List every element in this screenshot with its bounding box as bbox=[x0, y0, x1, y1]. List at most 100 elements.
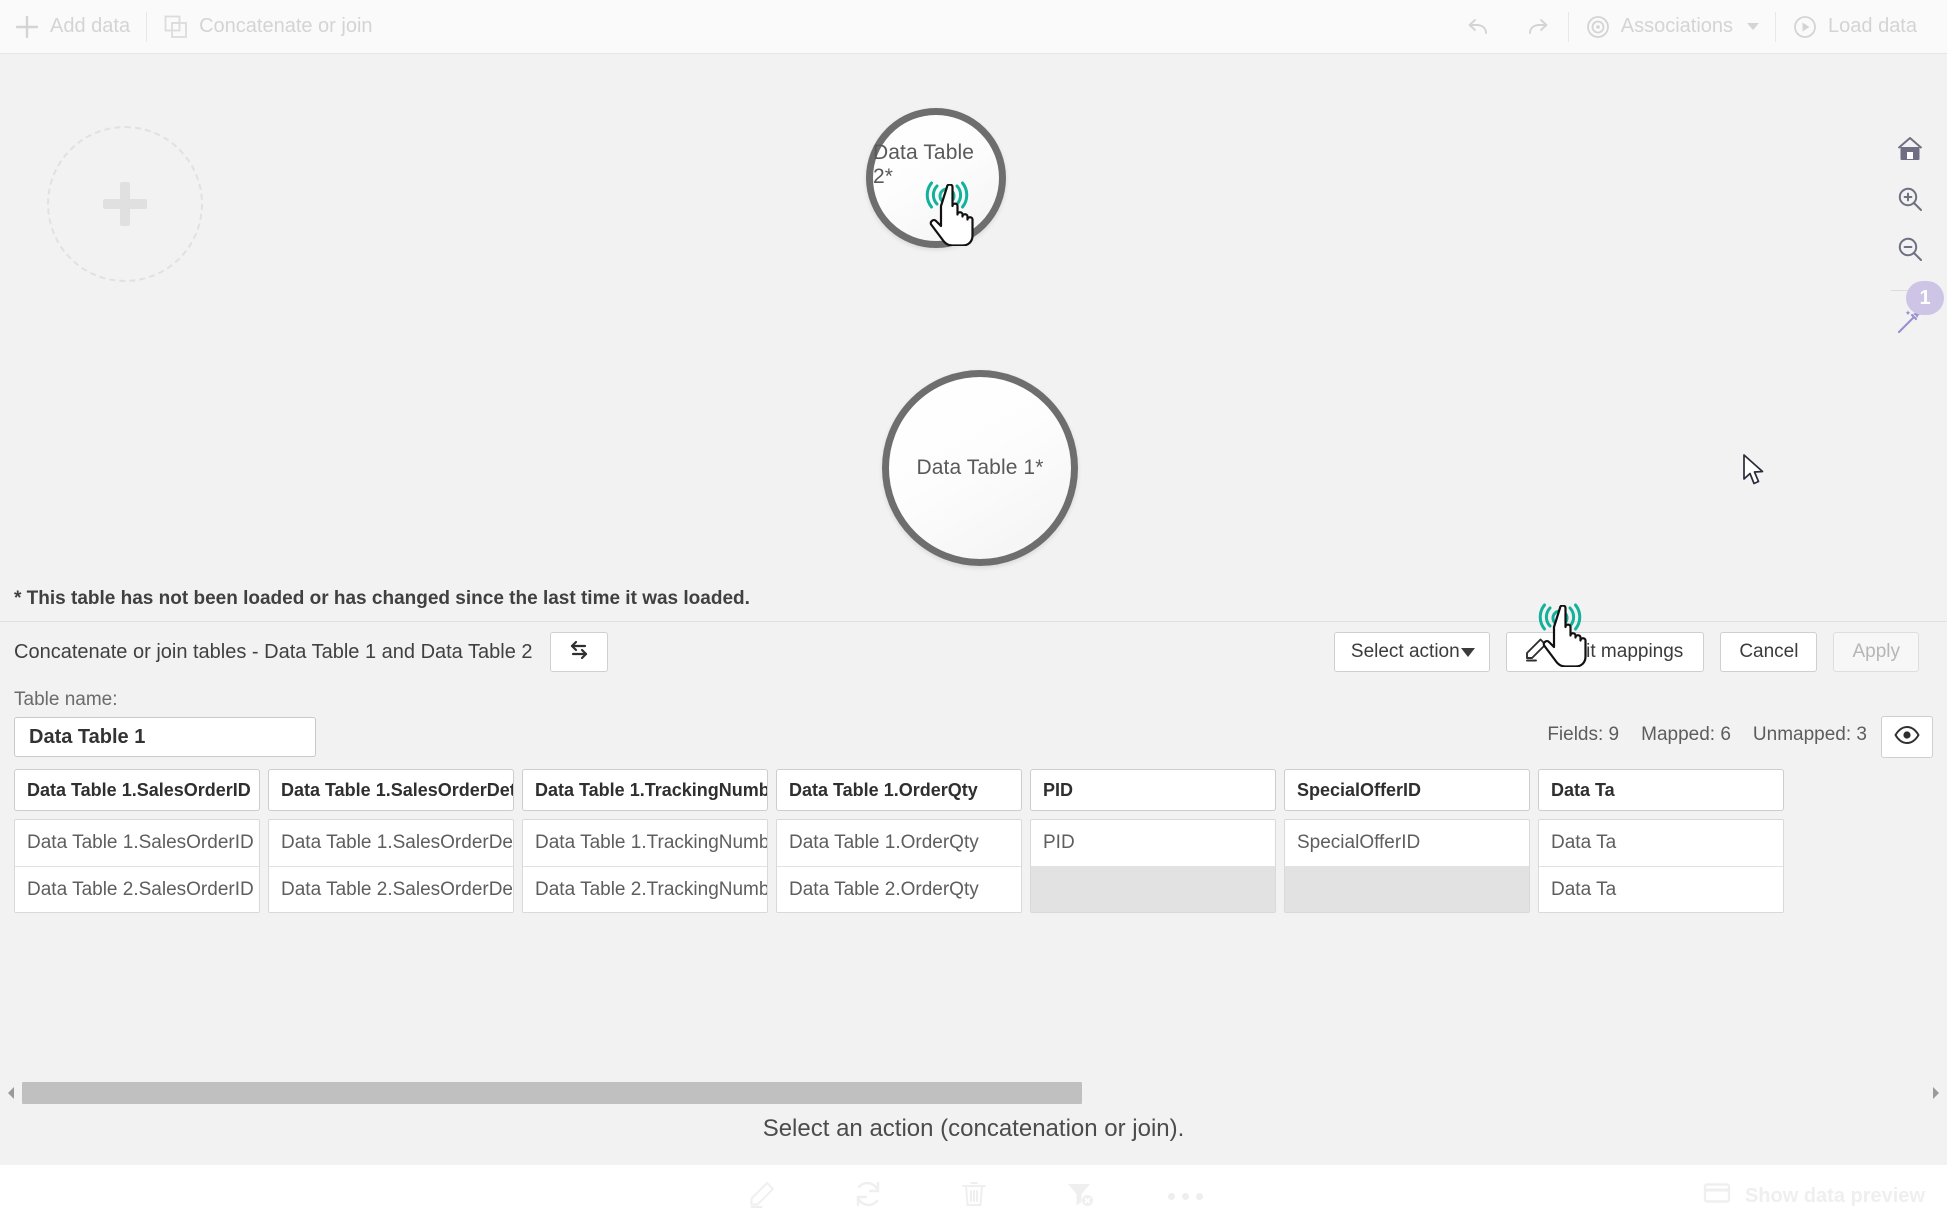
load-data-label: Load data bbox=[1828, 15, 1917, 37]
load-data-button[interactable]: Load data bbox=[1778, 0, 1947, 54]
action-hint: Select an action (concatenation or join)… bbox=[762, 1115, 1185, 1142]
mapping-column-cells: Data Ta Data Ta bbox=[1538, 819, 1784, 913]
chevron-down-icon bbox=[1747, 23, 1760, 30]
associations-label: Associations bbox=[1620, 15, 1734, 37]
concatenate-or-join-button[interactable]: Concatenate or join bbox=[149, 0, 386, 54]
table-bubble-label: Data Table 1* bbox=[916, 456, 1044, 479]
top-toolbar: Add data Concatenate or join Association… bbox=[0, 0, 1947, 54]
mouse-pointer-icon bbox=[1743, 454, 1764, 485]
swap-tables-button[interactable] bbox=[549, 632, 608, 672]
apply-label: Apply bbox=[1852, 641, 1900, 662]
home-icon bbox=[1895, 134, 1925, 169]
mapping-column: Data Ta Data Ta Data Ta bbox=[1538, 769, 1784, 913]
mapping-column: SpecialOfferID SpecialOfferID bbox=[1284, 769, 1530, 913]
undo-button[interactable] bbox=[1450, 0, 1508, 54]
delete-button[interactable] bbox=[953, 1175, 995, 1217]
toolbar-divider-3 bbox=[1775, 11, 1777, 42]
clear-filter-button[interactable] bbox=[1059, 1175, 1101, 1217]
table-bubble-label: Data Table 2* bbox=[873, 141, 975, 188]
mapping-column-header[interactable]: Data Table 1.SalesOrderDetailID bbox=[268, 769, 514, 811]
mapping-grid: Data Table 1.SalesOrderID Data Table 1.Sa… bbox=[14, 769, 1784, 913]
mapping-cell[interactable]: Data Table 2.TrackingNumber bbox=[523, 866, 767, 912]
mapping-column-header[interactable]: Data Table 1.SalesOrderID bbox=[14, 769, 260, 811]
bottom-toolbar: Show data preview bbox=[0, 1165, 1947, 1227]
mapping-cell[interactable]: Data Table 1.OrderQty bbox=[777, 820, 1021, 866]
scroll-right-arrow-icon[interactable] bbox=[1925, 1085, 1947, 1101]
associations-button[interactable]: Associations bbox=[1571, 0, 1773, 54]
auto-suggest-button[interactable]: 1 bbox=[1884, 281, 1944, 349]
more-options-button[interactable] bbox=[1165, 1175, 1207, 1217]
mapping-cell[interactable]: Data Table 1.SalesOrderDetailID bbox=[269, 820, 513, 866]
associations-icon bbox=[1585, 14, 1611, 40]
mapping-cell[interactable]: Data Ta bbox=[1539, 820, 1783, 866]
table-name-input[interactable] bbox=[14, 717, 316, 757]
mapping-cell[interactable] bbox=[1031, 866, 1275, 912]
toolbar-divider-1 bbox=[146, 11, 148, 42]
unmapped-count: Unmapped: 3 bbox=[1752, 724, 1867, 745]
refresh-button[interactable] bbox=[847, 1175, 889, 1217]
toolbar-divider-2 bbox=[1567, 11, 1569, 42]
more-ellipsis-icon bbox=[1168, 1192, 1203, 1200]
concatenate-icon bbox=[163, 14, 189, 40]
panel-icon bbox=[1703, 1182, 1731, 1210]
table-bubble-data-table-1[interactable]: Data Table 1* bbox=[882, 370, 1078, 566]
mapping-cell[interactable]: Data Table 2.OrderQty bbox=[777, 866, 1021, 912]
mapping-column-header[interactable]: PID bbox=[1030, 769, 1276, 811]
mapping-column-cells: Data Table 1.OrderQty Data Table 2.OrderQ… bbox=[776, 819, 1022, 913]
mapping-cell[interactable]: SpecialOfferID bbox=[1285, 820, 1529, 866]
mapping-column-header[interactable]: Data Table 1.OrderQty bbox=[776, 769, 1022, 811]
mapping-column: PID PID bbox=[1030, 769, 1276, 913]
plus-icon bbox=[14, 14, 40, 40]
mapping-column: Data Table 1.TrackingNumber Data Table 1.… bbox=[522, 769, 768, 913]
mapping-cell[interactable]: PID bbox=[1031, 820, 1275, 866]
mapping-column-header[interactable]: Data Table 1.TrackingNumber bbox=[522, 769, 768, 811]
undo-icon bbox=[1464, 14, 1494, 40]
select-action-dropdown[interactable]: Select action bbox=[1333, 632, 1490, 672]
mapping-cell[interactable]: Data Ta bbox=[1539, 866, 1783, 912]
redo-button[interactable] bbox=[1508, 0, 1566, 54]
auto-suggest-badge: 1 bbox=[1906, 281, 1944, 315]
add-data-label: Add data bbox=[50, 15, 131, 37]
mapping-cell[interactable]: Data Table 1.SalesOrderID bbox=[15, 820, 259, 866]
mapping-column-header[interactable]: SpecialOfferID bbox=[1284, 769, 1530, 811]
mapping-column-cells: Data Table 1.SalesOrderDetailIDData Tabl… bbox=[268, 819, 514, 913]
edit-button[interactable] bbox=[741, 1175, 783, 1217]
scroll-left-arrow-icon[interactable] bbox=[0, 1085, 22, 1101]
refresh-icon bbox=[853, 1179, 883, 1214]
edit-mappings-button[interactable]: Edit mappings bbox=[1505, 632, 1705, 672]
cancel-label: Cancel bbox=[1739, 641, 1799, 662]
mapping-cell[interactable]: Data Table 2.SalesOrderDetailID bbox=[269, 866, 513, 912]
play-circle-icon bbox=[1792, 14, 1818, 40]
panel-title: Concatenate or join tables - Data Table … bbox=[14, 640, 533, 663]
scrollbar-track[interactable] bbox=[22, 1082, 1925, 1104]
add-data-button[interactable]: Add data bbox=[0, 0, 144, 54]
mapping-cell[interactable]: Data Table 2.SalesOrderID bbox=[15, 866, 259, 912]
scrollbar-thumb[interactable] bbox=[22, 1082, 1082, 1104]
add-table-placeholder[interactable] bbox=[47, 126, 203, 282]
eye-icon bbox=[1894, 724, 1920, 751]
zoom-out-button[interactable] bbox=[1884, 226, 1936, 276]
show-data-preview-button[interactable]: Show data preview bbox=[1703, 1182, 1925, 1210]
field-stats: Fields: 9 Mapped: 6 Unmapped: 3 bbox=[1547, 724, 1867, 746]
data-model-canvas[interactable]: Data Table 2* Data Table 1* 1 bbox=[0, 54, 1947, 577]
fields-count: Fields: 9 bbox=[1547, 724, 1620, 745]
toggle-preview-button[interactable] bbox=[1881, 716, 1933, 758]
mapping-column: Data Table 1.OrderQty Data Table 1.OrderQ… bbox=[776, 769, 1022, 913]
table-bubble-data-table-2[interactable]: Data Table 2* bbox=[866, 108, 1006, 248]
canvas-tool-rail: 1 bbox=[1873, 108, 1947, 577]
zoom-in-button[interactable] bbox=[1884, 176, 1936, 226]
home-button[interactable] bbox=[1884, 126, 1936, 176]
cancel-button[interactable]: Cancel bbox=[1720, 632, 1818, 672]
mapping-column-header[interactable]: Data Ta bbox=[1538, 769, 1784, 811]
mapping-cell[interactable]: Data Table 1.TrackingNumber bbox=[523, 820, 767, 866]
horizontal-scrollbar[interactable] bbox=[0, 1077, 1947, 1109]
apply-button[interactable]: Apply bbox=[1833, 632, 1919, 672]
redo-icon bbox=[1522, 14, 1552, 40]
mapping-column-cells: SpecialOfferID bbox=[1284, 819, 1530, 913]
pencil-icon bbox=[1523, 636, 1549, 668]
bottom-toolbar-actions bbox=[0, 1175, 1947, 1217]
mapping-column-cells: Data Table 1.TrackingNumber Data Table 2.… bbox=[522, 819, 768, 913]
zoom-in-icon bbox=[1895, 184, 1925, 219]
concatenate-join-panel-header: Concatenate or join tables - Data Table … bbox=[0, 622, 1947, 682]
mapping-cell[interactable] bbox=[1285, 866, 1529, 912]
